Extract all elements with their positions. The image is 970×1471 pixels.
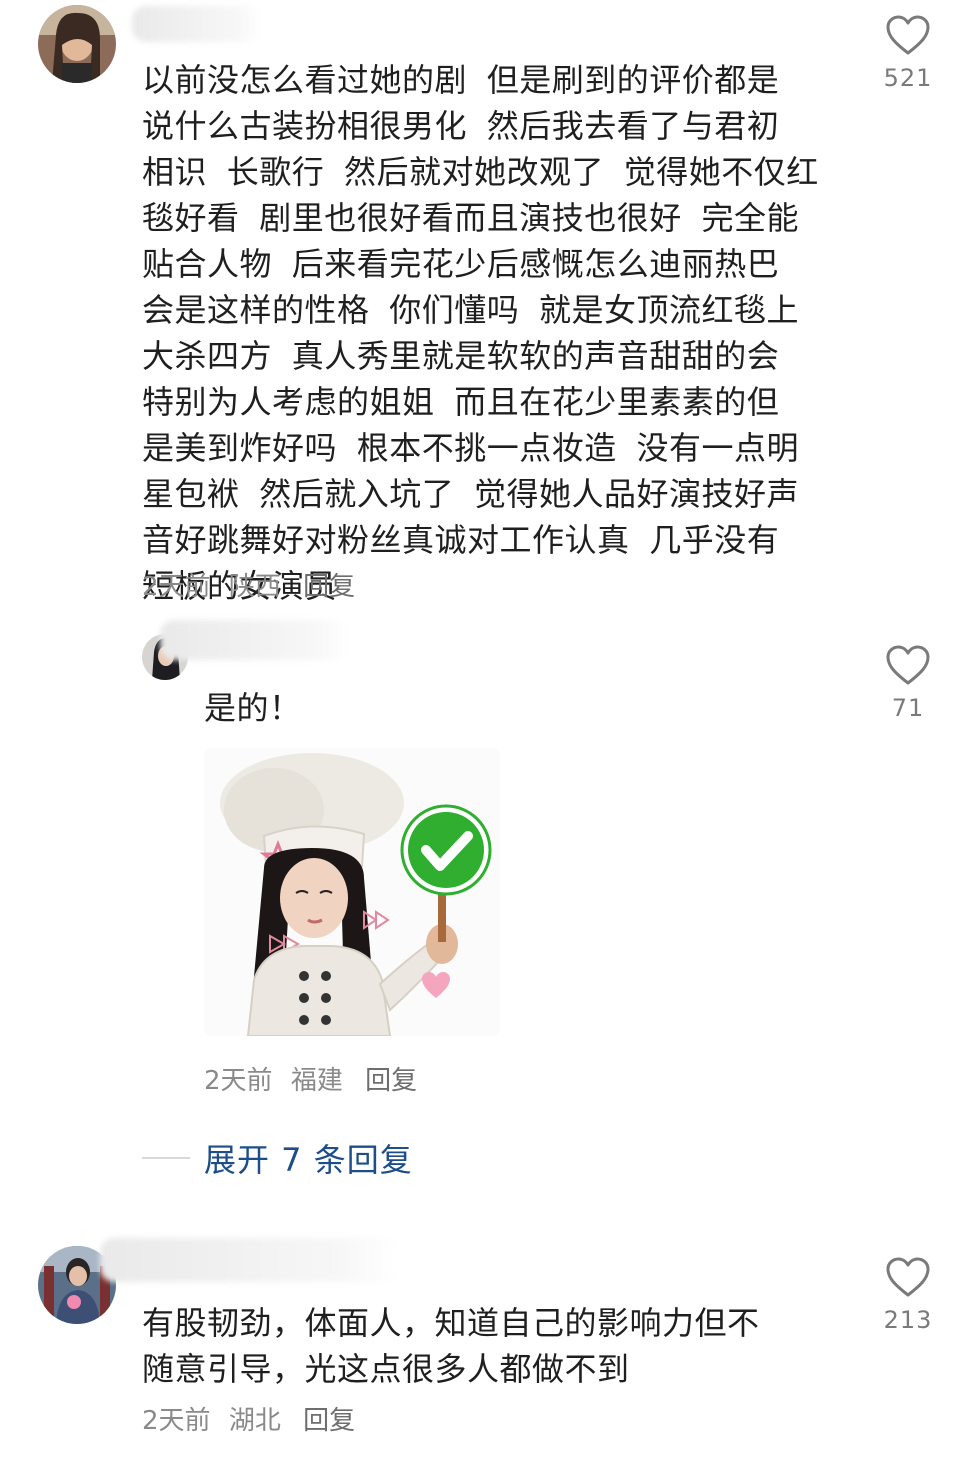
comment-meta: 2天前 陕西 回复	[142, 570, 365, 604]
comment-meta: 2天前 福建 回复	[204, 1064, 427, 1098]
like-count: 71	[891, 694, 925, 722]
comment-time: 2天前	[142, 1406, 211, 1436]
comment-meta: 2天前 湖北 回复	[142, 1404, 365, 1438]
comment-location: 湖北	[228, 1406, 281, 1436]
heart-outline-icon	[886, 1257, 930, 1297]
like-button[interactable]: 521	[878, 14, 938, 92]
like-count: 521	[883, 64, 933, 92]
username-redacted[interactable]	[132, 6, 262, 42]
comment-location: 福建	[290, 1066, 343, 1096]
comment-text: 是的！	[204, 689, 302, 727]
comment-time: 2天前	[204, 1066, 273, 1096]
reply-button[interactable]: 回复	[365, 1066, 417, 1096]
chef-girl-checkmark-sticker[interactable]	[204, 748, 500, 1036]
expand-replies-label: 展开 7 条回复	[204, 1141, 413, 1179]
heart-outline-icon	[886, 15, 930, 55]
divider	[142, 1157, 190, 1159]
reply-button[interactable]: 回复	[303, 572, 355, 602]
heart-outline-icon	[886, 645, 930, 685]
like-button[interactable]: 71	[878, 644, 938, 722]
username-redacted[interactable]	[160, 620, 350, 660]
username-redacted[interactable]	[100, 1238, 400, 1282]
comment-text: 有股韧劲，体面人，知道自己的影响力但不 随意引导，光这点很多人都做不到	[142, 1304, 760, 1388]
comment-location: 陕西	[228, 572, 281, 602]
like-count: 213	[883, 1306, 933, 1334]
reply-button[interactable]: 回复	[303, 1406, 355, 1436]
avatar[interactable]	[38, 5, 116, 83]
like-button[interactable]: 213	[878, 1256, 938, 1334]
comment-time: 2天前	[142, 572, 211, 602]
comment-text: 以前没怎么看过她的剧 但是刷到的评价都是 说什么古装扮相很男化 然后我去看了与君…	[142, 61, 819, 605]
expand-replies-button[interactable]: 展开 7 条回复	[142, 1136, 413, 1180]
